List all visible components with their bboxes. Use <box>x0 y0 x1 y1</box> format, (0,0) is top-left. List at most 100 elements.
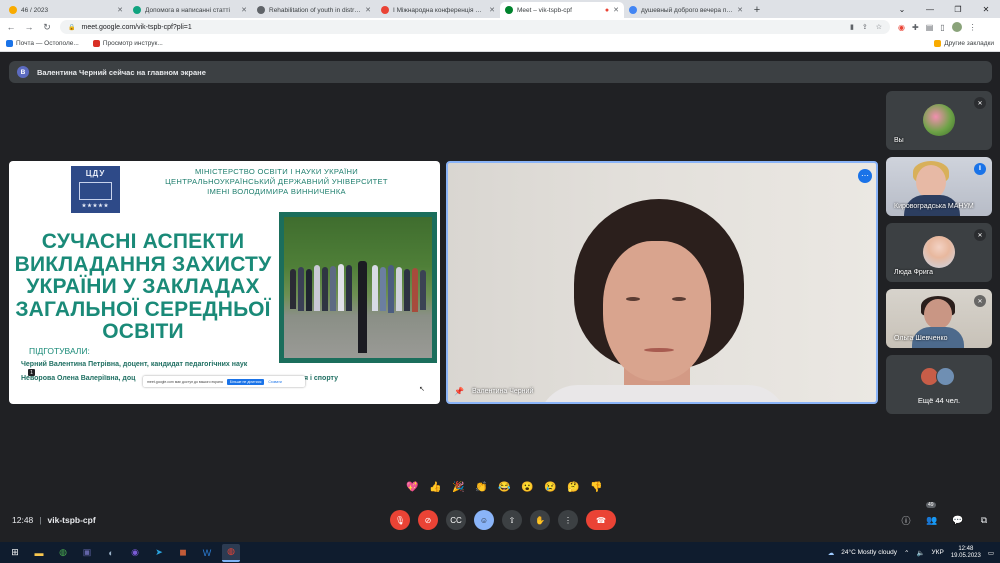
main-video-tile[interactable]: ⋯ 📌 Валентина Черний <box>446 161 878 404</box>
minimize-icon[interactable]: — <box>916 0 944 18</box>
participant-tile-self[interactable]: ✕ Вы <box>886 91 992 150</box>
file-explorer-icon[interactable]: ▬ <box>30 544 48 562</box>
reaction-clap-icon[interactable]: 👏 <box>474 482 489 493</box>
reload-icon[interactable]: ↻ <box>42 22 52 33</box>
puzzle-extensions-icon[interactable]: ✚ <box>912 23 919 32</box>
meeting-details-button[interactable]: ⓘ <box>898 510 914 530</box>
reactions-bar: 💖 👍 🎉 👏 😂 😮 😢 🤔 👎 <box>405 482 604 493</box>
app-icon[interactable]: ◐ <box>102 544 120 562</box>
close-tab-icon[interactable]: ✕ <box>117 6 123 14</box>
menu-kebab-icon[interactable]: ⋮ <box>969 23 977 32</box>
reaction-party-icon[interactable]: 🎉 <box>451 482 466 493</box>
stop-sharing-button[interactable]: Більше не ділитися <box>226 378 265 385</box>
reaction-heart-icon[interactable]: 💖 <box>405 482 420 493</box>
notifications-icon[interactable]: ▭ <box>988 549 994 557</box>
activities-button[interactable]: ⧉ <box>976 510 992 530</box>
reaction-laugh-icon[interactable]: 😂 <box>497 482 512 493</box>
present-now-button[interactable]: ⇧ <box>502 510 522 530</box>
word-icon[interactable]: W <box>198 544 216 562</box>
tray-chevron-icon[interactable]: ⌃ <box>904 549 909 557</box>
bookmark-item[interactable]: Почта — Остополе... <box>6 40 79 47</box>
camera-toggle-button[interactable]: ⊘ <box>418 510 438 530</box>
viber-icon[interactable]: ◉ <box>126 544 144 562</box>
people-button[interactable]: 49 👥 <box>924 502 940 530</box>
close-tab-icon[interactable]: ✕ <box>489 6 495 14</box>
other-bookmarks[interactable]: Другие закладки <box>934 40 994 47</box>
captions-button[interactable]: CC <box>446 510 466 530</box>
more-options-icon[interactable]: ⋯ <box>858 169 872 183</box>
reaction-thumbs-down-icon[interactable]: 👎 <box>589 482 604 493</box>
browser-tab[interactable]: І Міжнародна конференція ЦДУ ✕ <box>376 2 500 18</box>
chrome-icon[interactable]: ◍ <box>54 544 72 562</box>
bookmark-item[interactable]: Просмотр инструк... <box>92 40 163 47</box>
logo-stars-icon: ★★★★★ <box>81 203 110 209</box>
google-favicon-icon <box>629 6 637 14</box>
profile-avatar[interactable] <box>951 22 962 32</box>
share-icon[interactable]: ⇪ <box>862 23 868 31</box>
tab-label: Rehabilitation of youth in distress <box>269 6 362 14</box>
weather-text[interactable]: 24°C Mostly cloudy <box>841 549 897 556</box>
meeting-code[interactable]: vik-tspb-cpf <box>48 515 96 525</box>
presentation-tile[interactable]: ЦДУ ★★★★★ МІНІСТЕРСТВО ОСВІТИ І НАУКИ УК… <box>9 161 440 404</box>
maximize-icon[interactable]: ❐ <box>944 0 972 18</box>
close-tab-icon[interactable]: ✕ <box>613 6 619 14</box>
teams-icon[interactable]: ▣ <box>78 544 96 562</box>
camera-in-use-icon[interactable]: ▮ <box>850 23 854 31</box>
participant-tile[interactable]: ✕ Ольга Шевченко <box>886 289 992 348</box>
more-options-button[interactable]: ⋮ <box>558 510 578 530</box>
lock-icon[interactable]: 🔒 <box>68 24 75 31</box>
mic-toggle-button[interactable]: 🎙 <box>390 510 410 530</box>
close-tab-icon[interactable]: ✕ <box>241 6 247 14</box>
clock[interactable]: 12:48 19.05.2023 <box>951 546 981 560</box>
browser-tab[interactable]: Допомога в написанні статті ✕ <box>128 2 252 18</box>
bookmark-label: Просмотр инструк... <box>102 40 163 47</box>
raise-hand-button[interactable]: ✋ <box>530 510 550 530</box>
toolbar-right: ◉ ✚ ▤ ▯ ⋮ <box>898 22 977 32</box>
bookmark-label: Почта — Остополе... <box>16 40 79 47</box>
participant-tile[interactable]: ⦀ Кировоградська МАНУМ <box>886 157 992 216</box>
meet-favicon-icon <box>505 6 513 14</box>
emoji-reactions-button[interactable]: ☺ <box>474 510 494 530</box>
address-bar[interactable]: 🔒 meet.google.com/vik-tspb-cpf?pli=1 ▮ ⇪… <box>60 20 890 34</box>
volume-icon[interactable]: 🔈 <box>916 549 924 557</box>
chat-button[interactable]: 💬 <box>950 510 966 530</box>
hide-share-bar-button[interactable]: Сховати <box>268 380 281 384</box>
telegram-icon[interactable]: ➤ <box>150 544 168 562</box>
presenter-avatar: В <box>17 66 29 78</box>
reaction-thumbs-up-icon[interactable]: 👍 <box>428 482 443 493</box>
participant-tile[interactable]: ✕ Люда Фрига <box>886 223 992 282</box>
browser-tab[interactable]: 46 / 2023 ✕ <box>4 2 128 18</box>
browser-tab[interactable]: Rehabilitation of youth in distress ✕ <box>252 2 376 18</box>
pin-icon[interactable]: 📌 <box>454 387 464 396</box>
more-participants-tile[interactable]: Ещё 44 чел. <box>886 355 992 414</box>
close-tab-icon[interactable]: ✕ <box>737 6 743 14</box>
recording-dot-icon: ● <box>604 6 610 14</box>
extension-icon[interactable]: ◉ <box>898 23 905 32</box>
new-tab-button[interactable]: + <box>748 2 766 18</box>
tab-search-icon[interactable]: ⌄ <box>888 0 916 18</box>
close-tab-icon[interactable]: ✕ <box>365 6 371 14</box>
leave-call-button[interactable]: ☎ <box>586 510 616 530</box>
browser-tab-active[interactable]: Meet – vik-tspb-cpf ● ✕ <box>500 2 624 18</box>
participant-avatars <box>920 367 955 386</box>
close-window-icon[interactable]: ✕ <box>972 0 1000 18</box>
reaction-sad-icon[interactable]: 😢 <box>543 482 558 493</box>
system-tray: ☁ 24°C Mostly cloudy ⌃ 🔈 УКР 12:48 19.05… <box>828 542 994 563</box>
forward-icon[interactable]: → <box>24 22 34 32</box>
reaction-thinking-icon[interactable]: 🤔 <box>566 482 581 493</box>
clock-date: 19.05.2023 <box>950 552 981 559</box>
speaking-indicator-icon: ⦀ <box>974 163 986 175</box>
bookmark-star-icon[interactable]: ☆ <box>876 23 882 31</box>
back-icon[interactable]: ← <box>6 22 16 32</box>
clock-time: 12:48 <box>958 545 974 552</box>
tab-label: душевный доброго вечера пну <box>641 6 734 14</box>
browser-tab[interactable]: душевный доброго вечера пну ✕ <box>624 2 748 18</box>
start-icon[interactable]: ⊞ <box>6 544 24 562</box>
chrome-active-icon[interactable]: ◍ <box>222 543 240 562</box>
reading-list-icon[interactable]: ▤ <box>926 23 934 32</box>
reaction-surprised-icon[interactable]: 😮 <box>520 482 535 493</box>
side-panel-icon[interactable]: ▯ <box>940 23 944 32</box>
app-icon[interactable]: ◼ <box>174 544 192 562</box>
tab-label: Meet – vik-tspb-cpf <box>517 6 572 14</box>
language-indicator[interactable]: УКР <box>932 549 944 556</box>
